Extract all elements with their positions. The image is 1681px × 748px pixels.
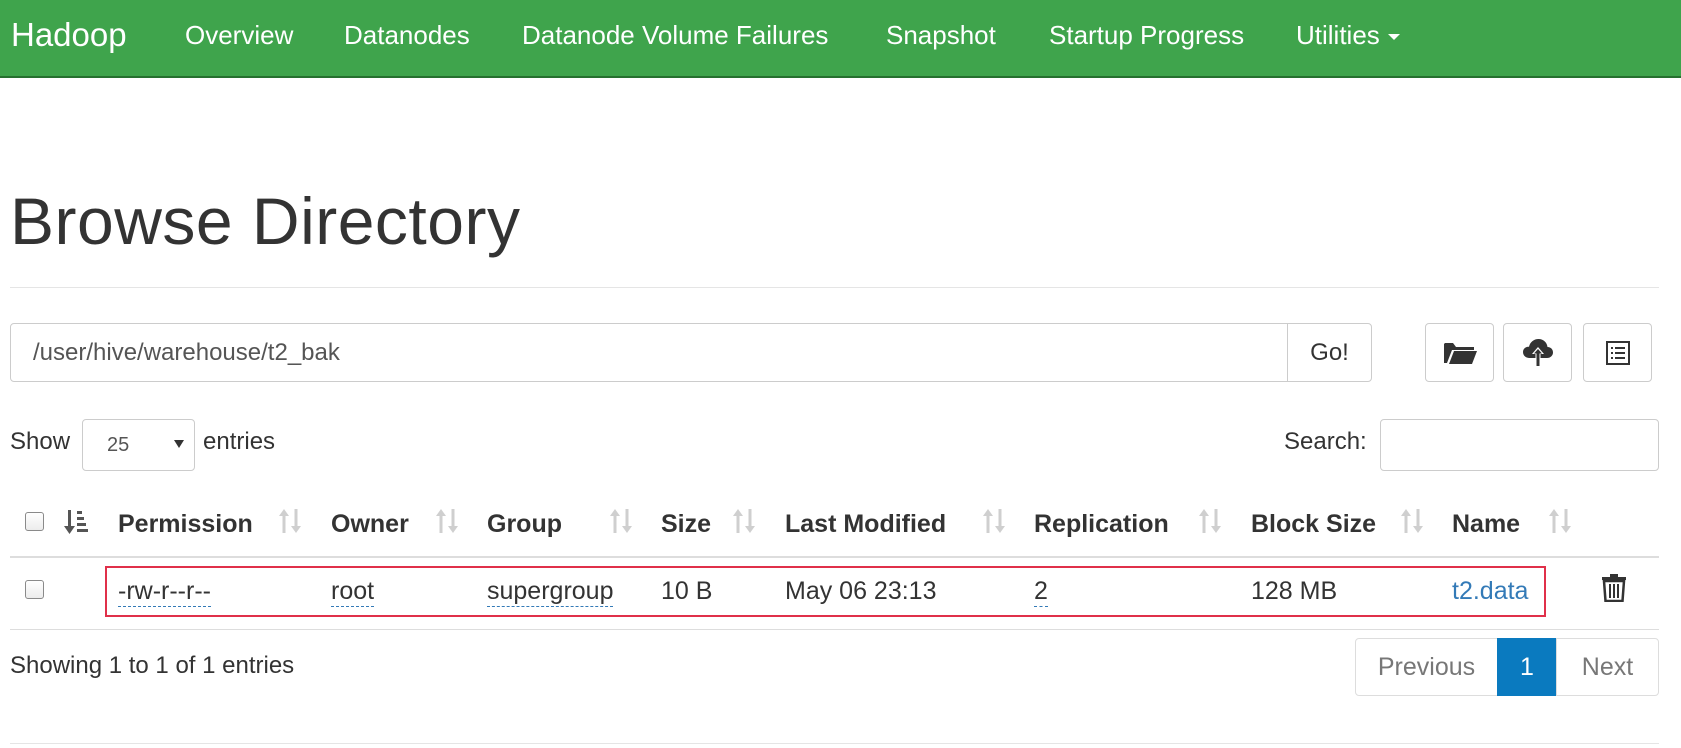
sort-both-icon[interactable] (436, 507, 458, 535)
directory-path-input[interactable] (10, 323, 1288, 382)
nav-datanodes[interactable]: Datanodes (344, 20, 470, 51)
navbar: Hadoop Overview Datanodes Datanode Volum… (0, 0, 1681, 78)
sort-ascending-icon[interactable] (64, 508, 90, 536)
upload-file-button[interactable] (1503, 323, 1572, 382)
footer-divider (10, 743, 1659, 744)
table-row-divider (10, 629, 1659, 630)
select-all-checkbox[interactable] (25, 512, 44, 531)
pagination-previous-button[interactable]: Previous (1355, 638, 1498, 696)
column-header-size[interactable]: Size (661, 510, 711, 539)
table-header-divider (10, 556, 1659, 558)
cloud-upload-icon (1522, 338, 1553, 367)
show-label: Show (10, 428, 71, 455)
title-divider (10, 287, 1659, 288)
create-directory-button[interactable] (1425, 323, 1494, 382)
trash-icon[interactable] (1602, 574, 1626, 602)
sort-both-icon[interactable] (1549, 507, 1571, 535)
entries-per-page-select[interactable]: 25 (82, 419, 195, 471)
sort-both-icon[interactable] (733, 507, 755, 535)
sort-both-icon[interactable] (610, 507, 632, 535)
row-select-checkbox[interactable] (25, 580, 44, 599)
nav-utilities-dropdown[interactable]: Utilities (1296, 20, 1400, 51)
column-header-group[interactable]: Group (487, 510, 562, 539)
caret-down-icon (1387, 34, 1400, 41)
sort-both-icon[interactable] (983, 507, 1005, 535)
column-header-permission[interactable]: Permission (118, 510, 253, 539)
column-header-block-size[interactable]: Block Size (1251, 510, 1376, 539)
nav-datanode-volume-failures[interactable]: Datanode Volume Failures (522, 20, 828, 51)
nav-snapshot[interactable]: Snapshot (886, 20, 996, 51)
entries-selected-value: 25 (107, 433, 130, 456)
toggle-list-view-button[interactable] (1583, 323, 1652, 382)
column-header-owner[interactable]: Owner (331, 510, 409, 539)
sort-both-icon[interactable] (279, 507, 301, 535)
sort-both-icon[interactable] (1199, 507, 1221, 535)
column-header-name[interactable]: Name (1452, 510, 1520, 539)
dropdown-arrow-icon (174, 440, 184, 448)
page-title: Browse Directory (10, 184, 521, 258)
column-header-replication[interactable]: Replication (1034, 510, 1169, 539)
search-label: Search: (1284, 428, 1367, 455)
entries-label: entries (203, 428, 276, 455)
row-highlight-box (105, 566, 1546, 617)
pagination-page-1[interactable]: 1 (1497, 638, 1557, 696)
nav-startup-progress[interactable]: Startup Progress (1049, 20, 1244, 51)
sort-both-icon[interactable] (1401, 507, 1423, 535)
nav-utilities-label: Utilities (1296, 20, 1380, 50)
go-button[interactable]: Go! (1287, 323, 1372, 382)
pagination-next-button[interactable]: Next (1556, 638, 1659, 696)
search-input[interactable] (1380, 419, 1659, 471)
table-info: Showing 1 to 1 of 1 entries (10, 652, 295, 679)
list-icon (1605, 340, 1630, 365)
column-header-last-modified[interactable]: Last Modified (785, 510, 946, 539)
folder-open-icon (1443, 342, 1477, 364)
brand-logo[interactable]: Hadoop (11, 16, 127, 54)
nav-overview[interactable]: Overview (185, 20, 293, 51)
